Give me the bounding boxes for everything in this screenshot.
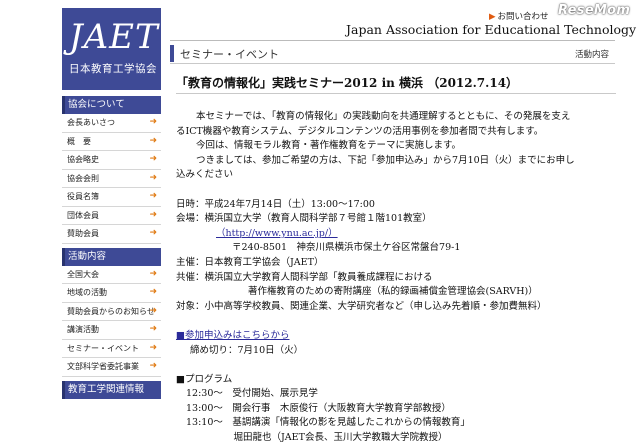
sidebar-item-group-members[interactable]: 団体会員 ➜	[62, 207, 161, 225]
sidebar-item-label: 団体会員	[67, 210, 99, 220]
intro-line-1: 本セミナーでは、「教育の情報化」の実践動向を共通理解するとともに、その発展を支え	[196, 111, 571, 122]
breadcrumb[interactable]: 活動内容	[575, 48, 609, 60]
sidebar-item-label: 賛助会員	[67, 229, 99, 238]
chevron-right-icon: ➜	[149, 305, 157, 316]
sidebar-item-label: 賛助会員からのお知らせ	[67, 306, 155, 316]
sidebar-item-label: 文部科学省委託事業	[67, 362, 139, 371]
contact-label: お問い合わせ	[497, 12, 549, 22]
jaet-logo[interactable]: JAET 日本教育工学協会	[62, 8, 161, 90]
program-item: 13:10～ 基調講演「情報化の影を見越したこれからの情報教育」	[186, 417, 470, 429]
sidebar-item-officers[interactable]: 役員名簿 ➜	[62, 188, 161, 207]
sidebar-item-label: 会長あいさつ	[67, 118, 115, 127]
sidebar-item-supporting-members[interactable]: 賛助会員 ➜	[62, 225, 161, 244]
apply-line-1: つきましては、参加ご希望の方は、下記「参加申込み」から7月10日（火）までにお申…	[196, 154, 575, 166]
top-band	[0, 0, 640, 6]
sidebar-item-overview[interactable]: 概 要 ➜	[62, 133, 161, 151]
sidebar-item-label: 概 要	[67, 136, 91, 146]
chevron-right-icon: ➜	[149, 135, 157, 146]
header-divider	[170, 40, 615, 41]
page-title: 「教育の情報化」実践セミナー2012 in 横浜 （2012.7.14）	[176, 74, 616, 91]
sidebar-item-label: 講演活動	[67, 325, 99, 334]
sidebar-item-lectures[interactable]: 講演活動 ➜	[62, 321, 161, 340]
theme-line: 今回は、情報モラル教育・著作権教育をテーマに実施します。	[196, 140, 462, 152]
sidebar-item-label: 協会略史	[67, 155, 99, 164]
logo-text: JAET	[69, 17, 159, 57]
apply-line-2: 込みください	[176, 169, 234, 181]
venue-address: 〒240-8501 神奈川県横浜市保土ケ谷区常盤台79-1	[232, 242, 461, 254]
event-cohost: 共催：横浜国立大学教育人間科学部「教員養成課程における	[176, 271, 433, 283]
sidebar-item-history[interactable]: 協会略史 ➜	[62, 151, 161, 170]
program-item: 12:30～ 受付開始、展示見学	[186, 388, 318, 400]
event-date: 日時：平成24年7月14日（土）13:00～17:00	[176, 198, 375, 210]
chevron-right-icon: ➜	[149, 209, 157, 220]
sidebar-item-national-conference[interactable]: 全国大会 ➜	[62, 266, 161, 284]
sidebar-item-label: セミナー・イベント	[67, 343, 139, 353]
deadline: 締め切り：7月10日（火）	[190, 344, 304, 356]
arrow-right-icon: ▶	[489, 12, 496, 22]
venue-url-link[interactable]: （http://www.ynu.ac.jp/）	[216, 228, 338, 239]
intro-line-2: るICT機器や教育システム、デジタルコンテンツの活用事例を参加者間で共有します。	[176, 125, 544, 137]
sidebar-item-label: 地域の活動	[67, 288, 107, 297]
logo-subtitle: 日本教育工学協会	[69, 63, 157, 75]
sidebar-item-label: 協会会則	[67, 173, 99, 183]
program-title: ■プログラム	[176, 373, 233, 385]
title-divider	[176, 93, 616, 94]
article-body: 本セミナーでは、「教育の情報化」の実践動向を共通理解するとともに、その発展を支え…	[176, 110, 616, 446]
event-target: 対象：小中高等学校教員、関連企業、大学研究者など（申し込み先着順・参加費無料）	[176, 300, 547, 312]
headline-date: （2012.7.14）	[427, 76, 519, 90]
chevron-right-icon: ➜	[149, 117, 157, 127]
chevron-right-icon: ➜	[149, 268, 157, 279]
sidebar-group-related-info[interactable]: 教育工学関連情報	[62, 380, 161, 399]
section-bar: セミナー・イベント 活動内容	[170, 45, 615, 64]
event-host: 主催：日本教育工学協会（JAET）	[176, 256, 324, 268]
chevron-right-icon: ➜	[149, 342, 157, 353]
sidebar: 協会について 会長あいさつ ➜ 概 要 ➜ 協会略史 ➜ 協会会則 ➜ 役員名簿 ➜ 団体…	[62, 96, 161, 399]
program-item: 堀田龍也（JAET会長、玉川大学教職大学院教授）	[186, 432, 448, 444]
section-title: セミナー・イベント	[180, 48, 279, 61]
sidebar-item-supporter-news[interactable]: 賛助会員からのお知らせ ➜	[62, 303, 161, 321]
chevron-right-icon: ➜	[149, 287, 157, 297]
sidebar-group-about[interactable]: 協会について	[62, 96, 161, 114]
chevron-right-icon: ➜	[149, 228, 157, 238]
sidebar-item-seminars[interactable]: セミナー・イベント ➜	[62, 340, 161, 358]
sidebar-group-activities[interactable]: 活動内容	[62, 247, 161, 266]
program-item: 13:00～ 開会行事 木原俊行（大阪教育大学教育学部教授）	[186, 402, 451, 414]
chevron-right-icon: ➜	[149, 361, 157, 371]
headline-text: 「教育の情報化」実践セミナー2012 in 横浜	[176, 76, 424, 90]
association-name: Japan Association for Educational Techno…	[346, 22, 637, 37]
sidebar-item-greeting[interactable]: 会長あいさつ ➜	[62, 114, 161, 133]
chevron-right-icon: ➜	[149, 191, 157, 201]
event-venue: 会場：横浜国立大学（教育人間科学部７号館１階101教室）	[176, 213, 432, 225]
chevron-right-icon: ➜	[149, 324, 157, 334]
apply-link[interactable]: ■参加申込みはこちらから	[176, 330, 289, 341]
sidebar-item-label: 全国大会	[67, 269, 99, 279]
watermark-logo: ReseMom	[558, 3, 631, 18]
section-accent	[170, 45, 174, 62]
chevron-right-icon: ➜	[149, 154, 157, 164]
sidebar-item-bylaws[interactable]: 協会会則 ➜	[62, 170, 161, 188]
article-header: 「教育の情報化」実践セミナー2012 in 横浜 （2012.7.14）	[176, 74, 616, 91]
sidebar-item-label: 役員名簿	[67, 192, 99, 201]
contact-link[interactable]: ▶ お問い合わせ	[489, 10, 549, 22]
sidebar-item-regional[interactable]: 地域の活動 ➜	[62, 284, 161, 303]
chevron-right-icon: ➜	[149, 172, 157, 183]
event-cohost-2: 著作権教育のための寄附講座（私的録画補償金管理協会(SARVH)）	[248, 286, 538, 298]
sidebar-item-mext-projects[interactable]: 文部科学省委託事業 ➜	[62, 358, 161, 377]
